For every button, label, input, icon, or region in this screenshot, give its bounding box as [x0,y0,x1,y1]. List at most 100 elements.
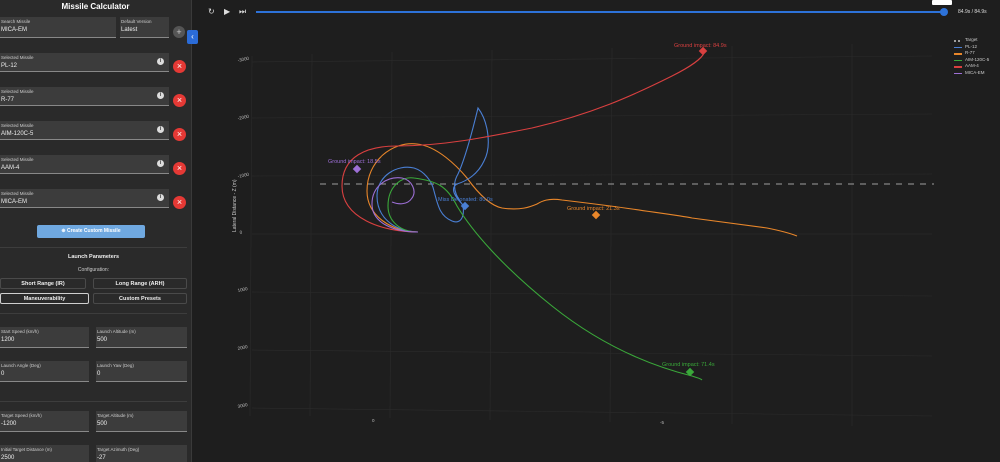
launch-yaw-input[interactable]: Launch Yaw (Deg) 0 [96,361,187,382]
default-version-select[interactable]: Default Version Latest [120,17,169,38]
delete-missile-button[interactable]: × [173,162,186,175]
legend-item[interactable]: MICA-EM [954,70,998,77]
trajectory-aim-120c-5 [387,177,703,381]
selected-missile-value: PL-12 [1,63,18,69]
config-maneuverability-button[interactable]: Maneuverability [0,293,89,304]
trajectory-pl-12-b [452,106,489,207]
launch-altitude-input[interactable]: Launch Altitude (m) 500 [96,327,187,348]
legend-swatch [954,40,962,42]
info-icon[interactable]: i [157,58,164,65]
selected-missile-field[interactable]: Selected Missile AIM-120C-5 i [0,121,169,140]
timeline-slider-thumb[interactable] [940,8,948,16]
legend-label: PL-12 [965,43,978,49]
grid-line [249,55,253,417]
target-speed-label: Target Speed (km/h) [1,413,42,418]
info-icon[interactable]: i [157,126,164,133]
legend-label: R-77 [965,50,975,55]
selected-missile-field[interactable]: Selected Missile PL-12 i [0,53,169,72]
annotation-aim-120c-5: Ground impact: 71.4s [662,362,715,368]
default-version-label: Default Version [121,19,152,24]
launch-parameters-title: Launch Parameters [67,254,120,260]
skip-to-end-icon[interactable]: ⏭ [239,7,246,17]
grid-line [251,349,933,357]
target-azimuth-input[interactable]: Target Azimuth (Deg) -27 [96,445,187,462]
delete-missile-button[interactable]: × [173,94,186,107]
replay-icon[interactable]: ↻ [208,7,215,16]
info-icon[interactable]: i [157,194,164,201]
plot-grid [249,44,933,426]
trajectory-plot[interactable]: Lateral Distance - Z (m) -3000 -2000 -1000… [192,26,1000,462]
z-axis-tick-label: 1000 [237,286,248,293]
z-axis-tick-label: 3000 [237,402,248,409]
create-custom-missile-button[interactable]: ⊕ Create Custom Missile [37,225,145,238]
legend-swatch [954,59,962,61]
info-icon[interactable]: i [157,160,164,167]
target-speed-input[interactable]: Target Speed (km/h) -1200 [0,411,89,432]
launch-altitude-label: Launch Altitude (m) [97,329,136,334]
selected-missile-label: Selected Missile [1,157,34,162]
start-speed-value: 1200 [1,337,15,343]
delete-missile-button[interactable]: × [173,128,186,141]
selected-missile-field[interactable]: Selected Missile AAM-4 i [0,155,169,174]
target-altitude-value: 500 [97,421,108,427]
launch-angle-value: 0 [1,371,5,377]
start-speed-label: Start Speed (km/h) [1,329,39,334]
config-short-range-button[interactable]: Short Range (IR) [0,278,86,289]
info-icon[interactable]: i [157,92,164,99]
timeline-slider[interactable] [256,11,946,13]
configuration-label: Configuration: [77,267,110,273]
timeline-tooltip [932,0,952,5]
divider [0,313,187,314]
search-missile-value: MICA-EM [1,27,27,33]
legend-swatch [954,66,962,68]
target-azimuth-value: -27 [97,455,106,461]
launch-angle-input[interactable]: Launch Angle (Deg) 0 [0,361,89,382]
selected-missile-value: AAM-4 [1,165,20,171]
impact-marker-pl-12 [460,201,470,211]
annotation-aam-4: Ground impact: 84.9s [674,43,727,49]
bottom-axis-tick-label: -5 [660,420,664,425]
legend-swatch [954,46,962,48]
trajectory-plot-svg: Lateral Distance - Z (m) -3000 -2000 -1000… [232,43,934,426]
selected-missile-value: AIM-120C-5 [1,131,34,137]
z-axis-tick-label: 2000 [237,344,248,351]
play-icon[interactable]: ▶ [224,7,230,16]
selected-missile-field[interactable]: Selected Missile R-77 i [0,87,169,106]
legend-swatch [954,72,962,74]
grid-line [489,49,493,421]
selected-missile-field[interactable]: Selected Missile MICA-EM i [0,189,169,208]
delete-missile-button[interactable]: × [173,60,186,73]
annotation-mica-em: Ground impact: 18.5s [328,159,381,165]
launch-altitude-value: 500 [97,337,108,343]
delete-missile-button[interactable]: × [173,196,186,209]
annotation-r-77: Ground impact: 21.3s [567,206,620,212]
missile-calculator-app: Missile Calculator Search Missile MICA-E… [0,0,1000,462]
selected-missile-label: Selected Missile [1,55,34,60]
grid-line [251,113,933,119]
playback-toolbar: ↻ ▶ ⏭ 84.9s / 84.9s [192,0,1000,26]
target-distance-label: Initial Target Distance (m) [1,447,52,452]
search-missile-field[interactable]: Search Missile MICA-EM [0,17,116,38]
selected-missile-value: MICA-EM [1,199,27,205]
z-axis-tick-label: -3000 [237,56,250,63]
trajectory-aam-4 [341,52,705,233]
selected-missile-label: Selected Missile [1,89,34,94]
default-version-value: Latest [121,27,138,33]
selected-missile-value: R-77 [1,97,15,103]
start-speed-input[interactable]: Start Speed (km/h) 1200 [0,327,89,348]
launch-angle-label: Launch Angle (Deg) [1,363,41,368]
add-missile-button[interactable]: + [173,26,185,38]
divider [0,247,187,248]
grid-line [309,53,313,417]
target-altitude-input[interactable]: Target Altitude (m) 500 [96,411,187,432]
config-long-range-button[interactable]: Long Range (ARH) [93,278,187,289]
legend-swatch [954,53,962,55]
selected-missile-label: Selected Missile [1,123,34,128]
impact-marker-mica-em [352,164,362,174]
plot-legend: Target PL-12 R-77 AIM-120C-5 AAM-4 MICA-EM [954,37,998,76]
search-missile-label: Search Missile [1,19,31,24]
target-distance-input[interactable]: Initial Target Distance (m) 2500 [0,445,89,462]
axis-label-z: Lateral Distance - Z (m) [232,179,238,232]
legend-label: AAM-4 [965,63,979,68]
config-custom-presets-button[interactable]: Custom Presets [93,293,187,304]
